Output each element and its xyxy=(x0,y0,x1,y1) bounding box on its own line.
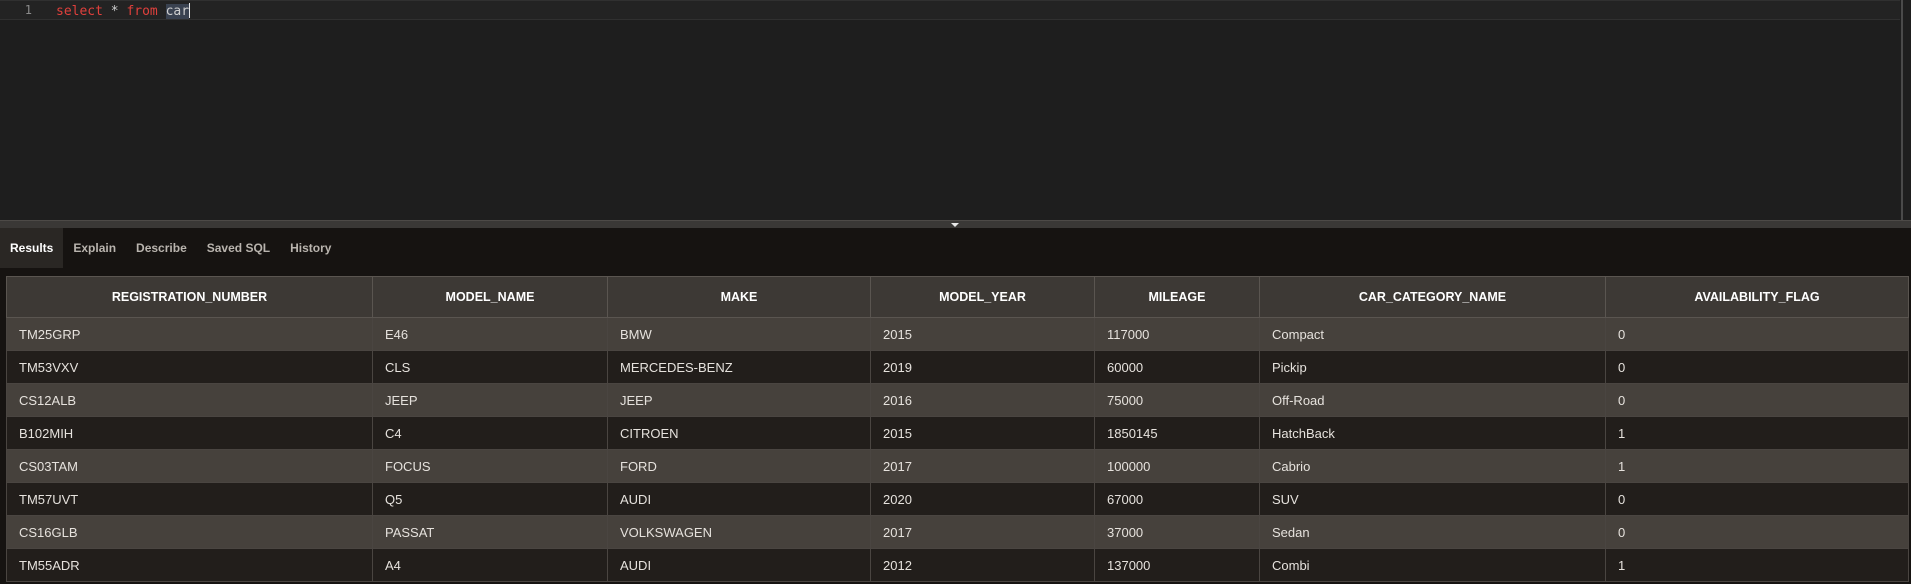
table-cell: SUV xyxy=(1259,482,1606,516)
column-header[interactable]: MILEAGE xyxy=(1094,276,1260,318)
table-cell: PASSAT xyxy=(372,515,608,549)
sql-code[interactable]: select * from car xyxy=(56,3,191,19)
column-header[interactable]: AVAILABILITY_FLAG xyxy=(1605,276,1909,318)
table-cell: 117000 xyxy=(1094,317,1260,351)
table-cell: 2017 xyxy=(870,449,1095,483)
table-row[interactable]: TM55ADR A4 AUDI 2012 137000 Combi 1 xyxy=(6,548,1909,582)
header-row: REGISTRATION_NUMBER MODEL_NAME MAKE MODE… xyxy=(6,276,1909,318)
sql-space xyxy=(158,4,166,19)
collapse-arrow-icon[interactable] xyxy=(951,223,959,227)
tab-explain[interactable]: Explain xyxy=(63,228,126,268)
table-cell: Compact xyxy=(1259,317,1606,351)
table-cell: 1850145 xyxy=(1094,416,1260,450)
table-cell: MERCEDES-BENZ xyxy=(607,350,871,384)
table-cell: 1 xyxy=(1605,449,1909,483)
table-cell: 60000 xyxy=(1094,350,1260,384)
table-cell: Pickip xyxy=(1259,350,1606,384)
sql-star: * xyxy=(102,4,127,19)
table-cell: AUDI xyxy=(607,482,871,516)
table-cell: CS03TAM xyxy=(6,449,373,483)
table-cell: 0 xyxy=(1605,317,1909,351)
table-cell: TM53VXV xyxy=(6,350,373,384)
editor-scrollbar[interactable] xyxy=(1901,0,1903,220)
sql-editor[interactable]: 1 select * from car xyxy=(0,0,1911,220)
results-tabs: Results Explain Describe Saved SQL Histo… xyxy=(0,228,1911,268)
editor-current-line[interactable]: 1 select * from car xyxy=(0,0,1900,20)
table-cell: JEEP xyxy=(372,383,608,417)
table-cell: A4 xyxy=(372,548,608,582)
table-cell: 2015 xyxy=(870,416,1095,450)
table-cell: 0 xyxy=(1605,383,1909,417)
tab-history[interactable]: History xyxy=(280,228,341,268)
table-cell: 0 xyxy=(1605,482,1909,516)
column-header[interactable]: REGISTRATION_NUMBER xyxy=(6,276,373,318)
tab-results[interactable]: Results xyxy=(0,228,64,268)
table-row[interactable]: TM57UVT Q5 AUDI 2020 67000 SUV 0 xyxy=(6,482,1909,516)
table-cell: 37000 xyxy=(1094,515,1260,549)
pane-splitter[interactable] xyxy=(0,220,1911,228)
table-cell: TM55ADR xyxy=(6,548,373,582)
table-row[interactable]: CS03TAM FOCUS FORD 2017 100000 Cabrio 1 xyxy=(6,449,1909,483)
table-cell: TM57UVT xyxy=(6,482,373,516)
table-cell: Cabrio xyxy=(1259,449,1606,483)
table-cell: JEEP xyxy=(607,383,871,417)
table-cell: TM25GRP xyxy=(6,317,373,351)
table-cell: 1 xyxy=(1605,548,1909,582)
table-cell: CS12ALB xyxy=(6,383,373,417)
table-cell: Q5 xyxy=(372,482,608,516)
table-cell: VOLKSWAGEN xyxy=(607,515,871,549)
table-cell: 2017 xyxy=(870,515,1095,549)
table-row[interactable]: CS16GLB PASSAT VOLKSWAGEN 2017 37000 Sed… xyxy=(6,515,1909,549)
table-cell: 137000 xyxy=(1094,548,1260,582)
table-cell: 1 xyxy=(1605,416,1909,450)
table-row[interactable]: B102MIH C4 CITROEN 2015 1850145 HatchBac… xyxy=(6,416,1909,450)
sql-keyword-from: from xyxy=(126,4,158,19)
text-caret xyxy=(189,3,191,18)
table-cell: 2015 xyxy=(870,317,1095,351)
sql-workshop: 1 select * from car Results Explain Desc… xyxy=(0,0,1911,584)
table-cell: E46 xyxy=(372,317,608,351)
sql-table-name: car xyxy=(165,4,190,19)
table-cell: AUDI xyxy=(607,548,871,582)
column-header[interactable]: MAKE xyxy=(607,276,871,318)
table-cell: HatchBack xyxy=(1259,416,1606,450)
line-number: 1 xyxy=(24,3,32,17)
table-cell: 2019 xyxy=(870,350,1095,384)
table-cell: Off-Road xyxy=(1259,383,1606,417)
table-cell: FOCUS xyxy=(372,449,608,483)
table-cell: 67000 xyxy=(1094,482,1260,516)
column-header[interactable]: MODEL_NAME xyxy=(372,276,608,318)
table-cell: 2020 xyxy=(870,482,1095,516)
table-cell: BMW xyxy=(607,317,871,351)
table-cell: CS16GLB xyxy=(6,515,373,549)
table-row[interactable]: CS12ALB JEEP JEEP 2016 75000 Off-Road 0 xyxy=(6,383,1909,417)
table-row[interactable]: TM53VXV CLS MERCEDES-BENZ 2019 60000 Pic… xyxy=(6,350,1909,384)
table-cell: Sedan xyxy=(1259,515,1606,549)
table-cell: 0 xyxy=(1605,515,1909,549)
table-cell: CITROEN xyxy=(607,416,871,450)
table-cell: FORD xyxy=(607,449,871,483)
table-cell: 75000 xyxy=(1094,383,1260,417)
sql-keyword-select: select xyxy=(56,4,103,19)
table-cell: 2016 xyxy=(870,383,1095,417)
column-header[interactable]: MODEL_YEAR xyxy=(870,276,1095,318)
results-table: REGISTRATION_NUMBER MODEL_NAME MAKE MODE… xyxy=(6,276,1909,582)
table-cell: C4 xyxy=(372,416,608,450)
table-cell: 100000 xyxy=(1094,449,1260,483)
table-row[interactable]: TM25GRP E46 BMW 2015 117000 Compact 0 xyxy=(6,317,1909,351)
table-cell: 0 xyxy=(1605,350,1909,384)
table-cell: B102MIH xyxy=(6,416,373,450)
column-header[interactable]: CAR_CATEGORY_NAME xyxy=(1259,276,1606,318)
tab-describe[interactable]: Describe xyxy=(126,228,197,268)
table-cell: 2012 xyxy=(870,548,1095,582)
tab-saved-sql[interactable]: Saved SQL xyxy=(197,228,280,268)
table-cell: CLS xyxy=(372,350,608,384)
results-panel: REGISTRATION_NUMBER MODEL_NAME MAKE MODE… xyxy=(0,268,1911,584)
table-cell: Combi xyxy=(1259,548,1606,582)
